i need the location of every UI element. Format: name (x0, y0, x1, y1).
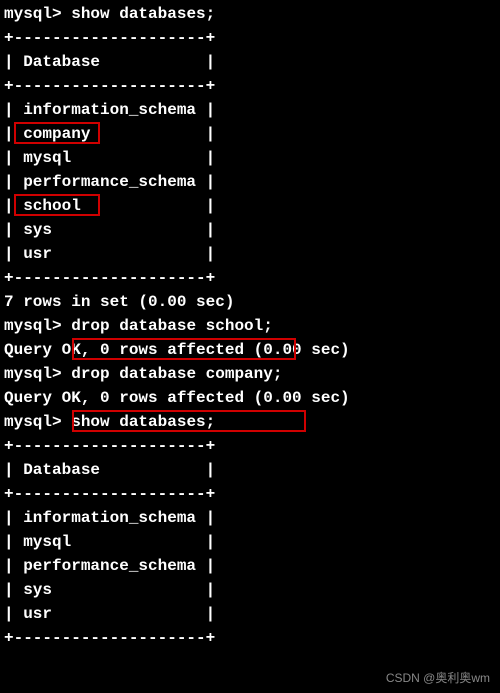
table-row: | performance_schema | (4, 170, 496, 194)
command: drop database company; (71, 365, 282, 383)
prompt: mysql> (4, 413, 62, 431)
table-row: | mysql | (4, 530, 496, 554)
table-row: | performance_schema | (4, 554, 496, 578)
table-row: | mysql | (4, 146, 496, 170)
result-line: 7 rows in set (0.00 sec) (4, 290, 496, 314)
table-row: | usr | (4, 602, 496, 626)
table-border: +--------------------+ (4, 482, 496, 506)
table-row: | usr | (4, 242, 496, 266)
command: drop database school; (71, 317, 273, 335)
terminal-line[interactable]: mysql> drop database school; (4, 314, 496, 338)
result-line: Query OK, 0 rows affected (0.00 sec) (4, 386, 496, 410)
table-border: +--------------------+ (4, 266, 496, 290)
result-line: Query OK, 0 rows affected (0.00 sec) (4, 338, 496, 362)
command: show databases; (71, 413, 215, 431)
table-row: | sys | (4, 218, 496, 242)
watermark: CSDN @奥利奥wm (386, 669, 490, 687)
terminal-line[interactable]: mysql> show databases; (4, 2, 496, 26)
table-border: +--------------------+ (4, 434, 496, 458)
table-header: | Database | (4, 50, 496, 74)
table-row: | sys | (4, 578, 496, 602)
prompt: mysql> (4, 5, 62, 23)
table-border: +--------------------+ (4, 74, 496, 98)
prompt: mysql> (4, 365, 62, 383)
table-header: | Database | (4, 458, 496, 482)
table-row: | information_schema | (4, 98, 496, 122)
prompt: mysql> (4, 317, 62, 335)
terminal-line[interactable]: mysql> show databases; (4, 410, 496, 434)
table-row: | school | (4, 194, 496, 218)
terminal-line[interactable]: mysql> drop database company; (4, 362, 496, 386)
command: show databases; (71, 5, 215, 23)
table-row: | company | (4, 122, 496, 146)
table-border: +--------------------+ (4, 626, 496, 650)
table-row: | information_schema | (4, 506, 496, 530)
table-border: +--------------------+ (4, 26, 496, 50)
